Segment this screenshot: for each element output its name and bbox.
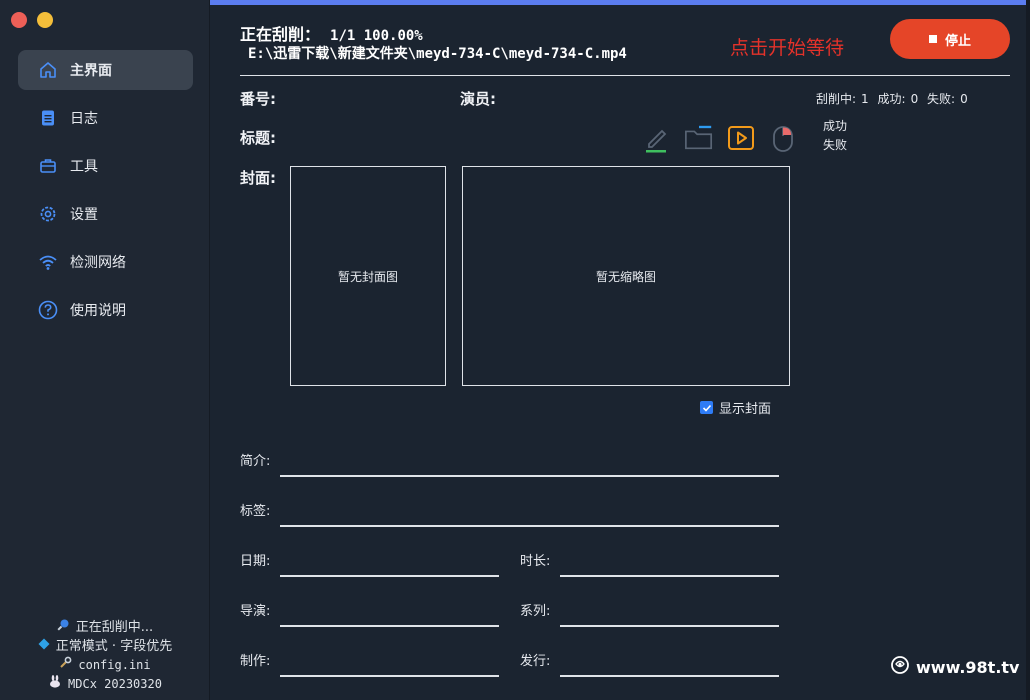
actor-label: 演员: bbox=[460, 90, 496, 108]
intro-field[interactable] bbox=[280, 475, 779, 477]
scrape-stats: 刮削中: 1 成功: 0 失败: 0 bbox=[816, 90, 973, 107]
thumbnail-placeholder: 暂无缩略图 bbox=[595, 269, 656, 284]
series-label: 系列: bbox=[520, 604, 551, 619]
fail-count: 0 bbox=[960, 92, 968, 106]
sidebar-nav: 主界面 日志 工具 设置 检测网络 使用说明 bbox=[18, 50, 193, 338]
sidebar-item-main[interactable]: 主界面 bbox=[18, 50, 193, 90]
stop-button[interactable]: 停止 bbox=[890, 19, 1010, 59]
play-icon[interactable] bbox=[726, 122, 756, 154]
diamond-icon bbox=[38, 637, 50, 656]
wifi-icon bbox=[38, 252, 58, 272]
duration-field[interactable] bbox=[560, 575, 779, 577]
success-count: 0 bbox=[910, 92, 919, 106]
version-status: MDCx 20230320 bbox=[0, 675, 210, 694]
cover-label: 封面: bbox=[240, 169, 276, 187]
toolbox-icon bbox=[38, 156, 58, 176]
date-label: 日期: bbox=[240, 554, 271, 569]
show-cover-checkbox[interactable]: 显示封面 bbox=[700, 398, 771, 417]
rabbit-icon bbox=[48, 675, 62, 694]
series-field[interactable] bbox=[560, 625, 779, 627]
studio-label: 制作: bbox=[240, 654, 271, 669]
help-icon bbox=[38, 300, 58, 320]
sidebar-item-log[interactable]: 日志 bbox=[18, 98, 193, 138]
tags-field[interactable] bbox=[280, 525, 779, 527]
tool-icons bbox=[642, 122, 798, 154]
result-item-success[interactable]: 成功 bbox=[823, 117, 847, 136]
checkbox-checked-icon bbox=[700, 401, 713, 414]
version-text: MDCx 20230320 bbox=[68, 677, 162, 691]
director-field[interactable] bbox=[280, 625, 499, 627]
stop-button-label: 停止 bbox=[944, 33, 971, 49]
mode-status-text: 正常模式 · 字段优先 bbox=[55, 639, 173, 654]
studio-field[interactable] bbox=[280, 675, 499, 677]
sidebar-item-tools[interactable]: 工具 bbox=[18, 146, 193, 186]
magnifier-icon bbox=[57, 618, 70, 637]
gear-icon bbox=[38, 204, 58, 224]
close-window-button[interactable] bbox=[11, 12, 27, 28]
home-icon bbox=[38, 60, 58, 80]
result-list: 成功 失败 bbox=[823, 117, 847, 155]
sidebar-item-network[interactable]: 检测网络 bbox=[18, 242, 193, 282]
thumbnail-image-box: 暂无缩略图 bbox=[462, 166, 790, 386]
number-label: 番号: bbox=[240, 90, 276, 108]
progress-value: 1/1 100.00% bbox=[330, 28, 423, 44]
header-divider bbox=[240, 75, 1010, 76]
scraping-status-text: 正在刮削中... bbox=[75, 620, 154, 635]
sidebar-item-label: 主界面 bbox=[70, 63, 112, 79]
start-hint: 点击开始等待 bbox=[730, 37, 845, 59]
tags-label: 标签: bbox=[240, 504, 271, 519]
scraping-count: 1 bbox=[861, 92, 869, 106]
progress-line: 正在刮削： 1/1 100.00% bbox=[240, 21, 423, 45]
show-cover-label: 显示封面 bbox=[719, 402, 772, 417]
success-label: 成功: bbox=[877, 92, 906, 106]
mouse-icon[interactable] bbox=[768, 122, 798, 154]
window-edge bbox=[1026, 0, 1030, 700]
progress-label: 正在刮削： bbox=[240, 25, 321, 44]
stop-icon bbox=[928, 35, 937, 43]
date-field[interactable] bbox=[280, 575, 499, 577]
mode-status: 正常模式 · 字段优先 bbox=[0, 637, 210, 656]
sidebar-item-help[interactable]: 使用说明 bbox=[18, 290, 193, 330]
sidebar-item-label: 日志 bbox=[70, 111, 98, 127]
sidebar-status: 正在刮削中... 正常模式 · 字段优先 config.ini MDCx 202… bbox=[0, 618, 210, 694]
rose-logo-icon bbox=[890, 655, 910, 679]
window-controls bbox=[11, 12, 53, 28]
file-path: E:\迅雷下载\新建文件夹\meyd-734-C\meyd-734-C.mp4 bbox=[248, 46, 627, 62]
main-panel: 正在刮削： 1/1 100.00% E:\迅雷下载\新建文件夹\meyd-734-… bbox=[210, 5, 1030, 700]
sidebar: 主界面 日志 工具 设置 检测网络 使用说明 正在刮削中... 正常模式 · 字… bbox=[0, 0, 210, 700]
edit-pencil-icon[interactable] bbox=[642, 122, 672, 154]
log-file-icon bbox=[38, 108, 58, 128]
watermark: www.98t.tv bbox=[890, 655, 1019, 679]
title-label: 标题: bbox=[240, 129, 276, 147]
sidebar-item-settings[interactable]: 设置 bbox=[18, 194, 193, 234]
cover-image-box: 暂无封面图 bbox=[290, 166, 446, 386]
wrench-icon bbox=[59, 656, 72, 675]
cover-placeholder: 暂无封面图 bbox=[337, 269, 398, 284]
minimize-window-button[interactable] bbox=[37, 12, 53, 28]
director-label: 导演: bbox=[240, 604, 271, 619]
watermark-text: www.98t.tv bbox=[916, 657, 1020, 677]
publisher-label: 发行: bbox=[520, 654, 551, 669]
config-status: config.ini bbox=[0, 656, 210, 675]
sidebar-item-label: 检测网络 bbox=[70, 255, 126, 271]
folder-icon[interactable] bbox=[684, 122, 714, 154]
publisher-field[interactable] bbox=[560, 675, 779, 677]
fail-label: 失败: bbox=[927, 92, 956, 106]
config-file-text: config.ini bbox=[78, 658, 151, 672]
intro-label: 简介: bbox=[240, 454, 271, 469]
duration-label: 时长: bbox=[520, 554, 551, 569]
sidebar-item-label: 使用说明 bbox=[70, 303, 126, 319]
scraping-label: 刮削中: bbox=[816, 92, 857, 106]
sidebar-item-label: 设置 bbox=[70, 207, 98, 223]
sidebar-item-label: 工具 bbox=[70, 159, 98, 175]
result-item-fail[interactable]: 失败 bbox=[823, 136, 847, 155]
scraping-status: 正在刮削中... bbox=[0, 618, 210, 637]
